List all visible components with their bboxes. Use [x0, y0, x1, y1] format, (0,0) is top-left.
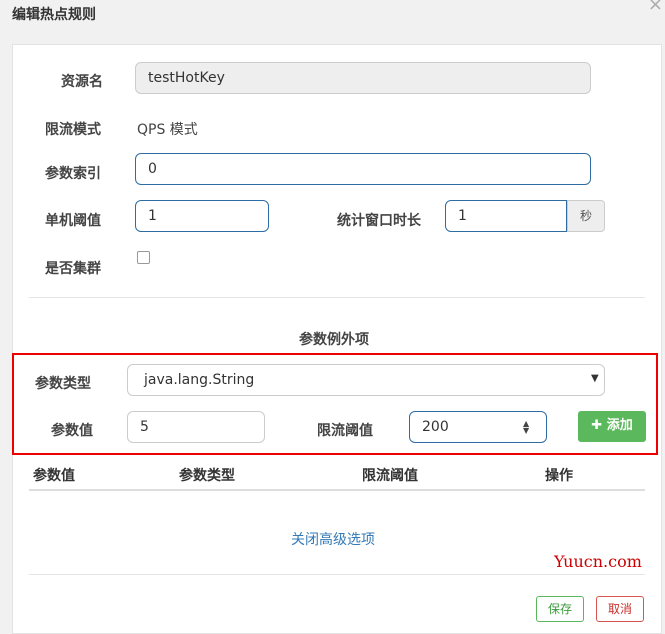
param-type-value: java.lang.String — [144, 372, 255, 388]
number-spinner-icon[interactable]: ▲ ▼ — [523, 420, 529, 435]
resource-name-input: testHotKey — [135, 62, 591, 94]
cancel-button[interactable]: 取消 — [596, 596, 644, 622]
close-icon[interactable]: × — [648, 0, 663, 14]
cluster-label: 是否集群 — [45, 261, 101, 277]
dialog-title: 编辑热点规则 — [12, 7, 96, 23]
watermark-text: Yuucn.com — [554, 552, 642, 571]
param-value-label: 参数值 — [51, 423, 93, 439]
window-unit-addon: 秒 — [567, 200, 605, 232]
threshold-input[interactable]: 1 — [135, 200, 269, 232]
toggle-advanced-link[interactable]: 关闭高级选项 — [291, 529, 375, 549]
footer-divider — [29, 574, 645, 575]
table-header-limit: 限流阈值 — [362, 468, 418, 484]
threshold-label: 单机阈值 — [45, 213, 101, 229]
param-type-label: 参数类型 — [35, 376, 91, 392]
limit-threshold-label: 限流阈值 — [317, 423, 373, 439]
resource-name-label: 资源名 — [61, 74, 103, 90]
chevron-down-icon: ▼ — [591, 373, 599, 384]
divider — [29, 297, 645, 298]
param-value-input[interactable]: 5 — [127, 411, 265, 443]
limit-mode-value: QPS 模式 — [137, 122, 198, 138]
param-index-label: 参数索引 — [45, 166, 101, 182]
table-header-param-type: 参数类型 — [179, 468, 235, 484]
param-index-input[interactable]: 0 — [135, 153, 591, 185]
table-header-divider — [29, 489, 645, 491]
add-button-label: 添加 — [606, 418, 633, 433]
table-header-actions: 操作 — [545, 468, 573, 484]
plus-icon: ✚ — [591, 418, 603, 433]
window-label: 统计窗口时长 — [337, 213, 421, 229]
cluster-checkbox[interactable] — [137, 251, 150, 264]
save-button[interactable]: 保存 — [536, 596, 584, 622]
window-input[interactable]: 1 — [445, 200, 567, 232]
rule-form-panel: 资源名 testHotKey 限流模式 QPS 模式 参数索引 0 单机阈值 1… — [12, 44, 662, 634]
param-type-select[interactable]: java.lang.String — [127, 364, 605, 396]
exception-section-title: 参数例外项 — [299, 332, 369, 348]
limit-mode-label: 限流模式 — [45, 122, 101, 138]
table-header-param-value: 参数值 — [33, 468, 75, 484]
add-exception-button[interactable]: ✚ 添加 — [578, 411, 646, 442]
